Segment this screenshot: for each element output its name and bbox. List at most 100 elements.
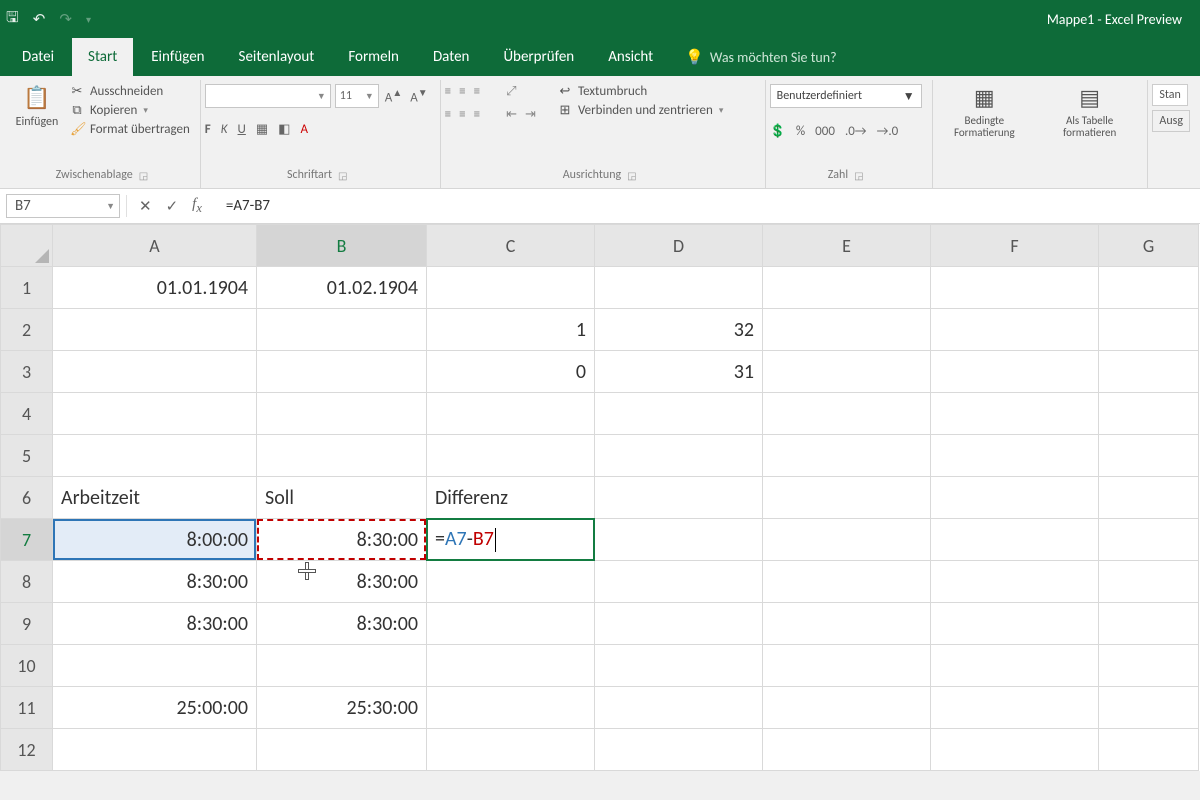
enter-formula-icon[interactable]: ✓: [166, 197, 179, 216]
decrease-font-icon[interactable]: A▼: [408, 86, 429, 105]
name-box[interactable]: B7▼: [6, 194, 120, 218]
cell-B10[interactable]: [257, 645, 427, 687]
cancel-formula-icon[interactable]: ✕: [139, 197, 152, 216]
cell-D8[interactable]: [595, 561, 763, 603]
cell-C5[interactable]: [427, 435, 595, 477]
row-header-4[interactable]: 4: [1, 393, 53, 435]
cell-G3[interactable]: [1099, 351, 1199, 393]
increase-indent-icon[interactable]: ⇥: [525, 107, 536, 122]
align-middle-icon[interactable]: ≡: [459, 84, 465, 99]
row-header-10[interactable]: 10: [1, 645, 53, 687]
cell-G7[interactable]: [1099, 519, 1199, 561]
increase-font-icon[interactable]: A▲: [383, 86, 404, 105]
row-header-6[interactable]: 6: [1, 477, 53, 519]
cell-style-output[interactable]: Ausg: [1152, 110, 1190, 132]
tab-pagelayout[interactable]: Seitenlayout: [223, 38, 331, 76]
worksheet[interactable]: A B C D E F G 1 01.01.1904 01.02.1904 2 …: [0, 224, 1200, 771]
number-format-combo[interactable]: Benutzerdefiniert▼: [770, 84, 922, 108]
clipboard-dialog-launcher-icon[interactable]: ◲: [139, 169, 148, 182]
cell-A4[interactable]: [53, 393, 257, 435]
fx-icon[interactable]: fx: [192, 196, 202, 216]
cell-E11[interactable]: [763, 687, 931, 729]
cell-A12[interactable]: [53, 729, 257, 771]
cell-F2[interactable]: [931, 309, 1099, 351]
cell-A7[interactable]: 8:00:00: [53, 519, 257, 561]
cell-A5[interactable]: [53, 435, 257, 477]
tab-view[interactable]: Ansicht: [592, 38, 669, 76]
alignment-dialog-launcher-icon[interactable]: ◲: [627, 169, 636, 182]
italic-button[interactable]: K: [221, 122, 228, 137]
cell-A1[interactable]: 01.01.1904: [53, 267, 257, 309]
fill-color-button[interactable]: ◧: [278, 122, 290, 137]
font-size-combo[interactable]: 11▼: [335, 84, 379, 108]
cell-G10[interactable]: [1099, 645, 1199, 687]
decrease-decimal-icon[interactable]: →.0: [877, 124, 899, 139]
merge-center-button[interactable]: ⊞Verbinden und zentrieren ▾: [558, 103, 723, 118]
cell-B7[interactable]: 8:30:00: [257, 519, 427, 561]
cell-F6[interactable]: [931, 477, 1099, 519]
cell-E4[interactable]: [763, 393, 931, 435]
cell-A9[interactable]: 8:30:00: [53, 603, 257, 645]
col-header-D[interactable]: D: [595, 225, 763, 267]
cell-G12[interactable]: [1099, 729, 1199, 771]
undo-icon[interactable]: ↶: [33, 10, 46, 29]
cell-C4[interactable]: [427, 393, 595, 435]
cell-D7[interactable]: [595, 519, 763, 561]
format-as-table-button[interactable]: ▤ Als Tabelle formatieren: [1042, 84, 1137, 139]
comma-format-icon[interactable]: 000: [815, 124, 835, 139]
cell-G5[interactable]: [1099, 435, 1199, 477]
cell-C10[interactable]: [427, 645, 595, 687]
cell-C6[interactable]: Differenz: [427, 477, 595, 519]
copy-button[interactable]: ⧉Kopieren ▾: [70, 103, 190, 118]
cell-D1[interactable]: [595, 267, 763, 309]
wrap-text-button[interactable]: ↩Textumbruch: [558, 84, 723, 99]
cell-G11[interactable]: [1099, 687, 1199, 729]
col-header-B[interactable]: B: [257, 225, 427, 267]
font-dialog-launcher-icon[interactable]: ◲: [338, 169, 347, 182]
row-header-7[interactable]: 7: [1, 519, 53, 561]
cell-C1[interactable]: [427, 267, 595, 309]
cell-D10[interactable]: [595, 645, 763, 687]
accounting-format-icon[interactable]: 💲: [770, 124, 786, 139]
font-color-button[interactable]: A: [300, 122, 308, 137]
tab-review[interactable]: Überprüfen: [487, 38, 590, 76]
cell-E10[interactable]: [763, 645, 931, 687]
cell-E6[interactable]: [763, 477, 931, 519]
cell-D6[interactable]: [595, 477, 763, 519]
row-header-8[interactable]: 8: [1, 561, 53, 603]
cell-E12[interactable]: [763, 729, 931, 771]
cell-C12[interactable]: [427, 729, 595, 771]
cell-style-standard[interactable]: Stan: [1152, 84, 1187, 106]
cell-B9[interactable]: 8:30:00: [257, 603, 427, 645]
col-header-E[interactable]: E: [763, 225, 931, 267]
save-icon[interactable]: 🖫: [6, 7, 19, 32]
cell-B5[interactable]: [257, 435, 427, 477]
paste-button[interactable]: 📋 Einfügen: [14, 84, 60, 129]
cell-C8[interactable]: [427, 561, 595, 603]
cell-E1[interactable]: [763, 267, 931, 309]
cell-B4[interactable]: [257, 393, 427, 435]
cell-D4[interactable]: [595, 393, 763, 435]
align-right-icon[interactable]: ≡: [474, 107, 480, 122]
align-bottom-icon[interactable]: ≡: [474, 84, 480, 99]
underline-button[interactable]: U: [238, 122, 246, 137]
number-dialog-launcher-icon[interactable]: ◲: [854, 169, 863, 182]
row-header-12[interactable]: 12: [1, 729, 53, 771]
cell-F9[interactable]: [931, 603, 1099, 645]
cell-E5[interactable]: [763, 435, 931, 477]
cell-F10[interactable]: [931, 645, 1099, 687]
formula-input[interactable]: =A7-B7: [214, 197, 1200, 215]
redo-icon[interactable]: ↷: [59, 10, 72, 29]
cell-A8[interactable]: 8:30:00: [53, 561, 257, 603]
orientation-icon[interactable]: ⤢: [506, 84, 516, 99]
cell-G4[interactable]: [1099, 393, 1199, 435]
cell-D5[interactable]: [595, 435, 763, 477]
increase-decimal-icon[interactable]: .0→: [845, 124, 867, 139]
cell-G9[interactable]: [1099, 603, 1199, 645]
format-painter-button[interactable]: 🖌Format übertragen: [70, 122, 190, 137]
select-all-corner[interactable]: [1, 225, 53, 267]
cell-C7[interactable]: =A7-B7: [427, 519, 595, 561]
conditional-formatting-button[interactable]: ▦ Bedingte Formatierung: [937, 84, 1032, 139]
cell-A6[interactable]: Arbeitzeit: [53, 477, 257, 519]
cell-B11[interactable]: 25:30:00: [257, 687, 427, 729]
